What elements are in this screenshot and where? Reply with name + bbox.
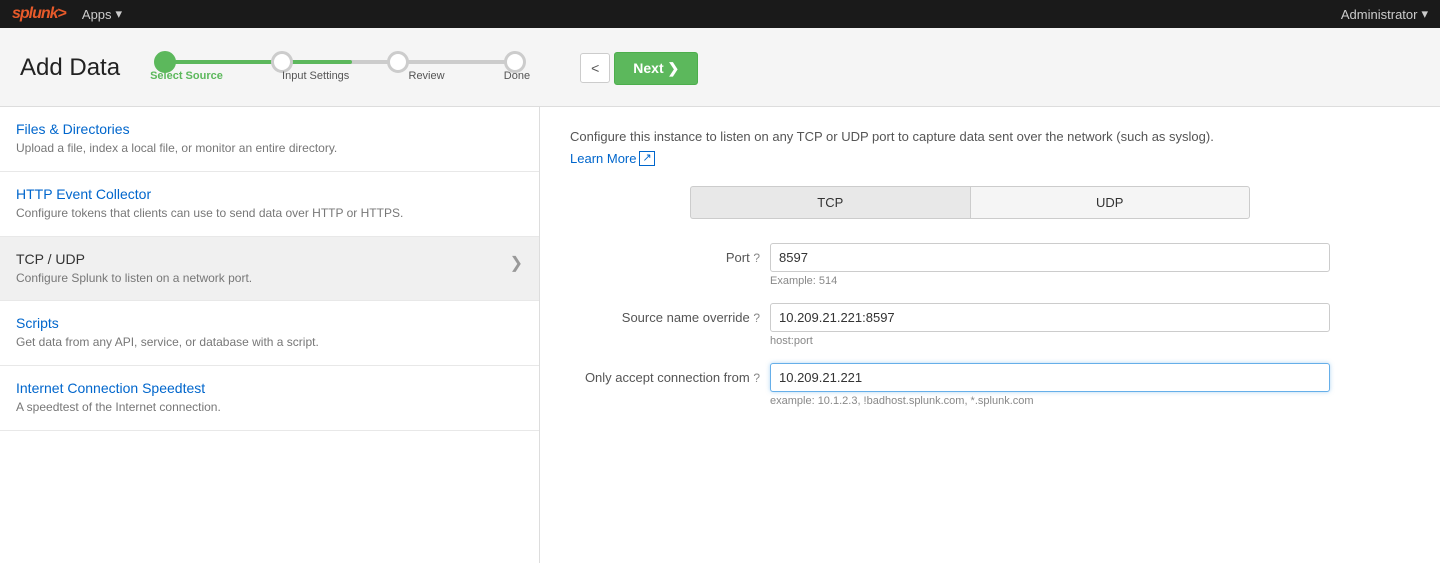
udp-button[interactable]: UDP [970, 186, 1251, 219]
port-hint: Example: 514 [770, 275, 1330, 287]
panel-description: Configure this instance to listen on any… [570, 127, 1270, 147]
sidebar-item-http-desc: Configure tokens that clients can use to… [16, 205, 523, 222]
sidebar-item-scripts-desc: Get data from any API, service, or datab… [16, 334, 523, 351]
connection-from-hint: example: 10.1.2.3, !badhost.splunk.com, … [770, 395, 1330, 407]
wizard-label-1: Select Source [150, 70, 223, 82]
sidebar: Files & Directories Upload a file, index… [0, 107, 540, 563]
next-label: Next ❯ [633, 60, 679, 77]
source-name-label-text: Source name override [622, 310, 750, 325]
source-name-label: Source name override ? [570, 303, 770, 325]
tcp-button[interactable]: TCP [690, 186, 970, 219]
admin-arrow-icon: ▾ [1421, 6, 1428, 22]
sidebar-item-scripts-title: Scripts [16, 315, 523, 331]
connection-from-input[interactable] [770, 363, 1330, 392]
external-link-icon: ↗ [639, 151, 654, 166]
port-label: Port ? [570, 243, 770, 265]
source-name-help-icon[interactable]: ? [753, 311, 760, 325]
page-title: Add Data [20, 54, 120, 82]
connection-from-label-text: Only accept connection from [585, 370, 750, 385]
sidebar-item-speedtest-desc: A speedtest of the Internet connection. [16, 399, 523, 416]
source-name-group: Source name override ? host:port [570, 303, 1410, 347]
back-button[interactable]: < [580, 53, 610, 83]
learn-more-link[interactable]: Learn More ↗ [570, 151, 655, 166]
sidebar-arrow-icon: ❯ [510, 253, 523, 273]
apps-label: Apps [82, 7, 112, 22]
learn-more-text: Learn More [570, 151, 636, 166]
connection-from-help-icon[interactable]: ? [753, 371, 760, 385]
admin-label: Administrator [1341, 7, 1418, 22]
nav-buttons: < Next ❯ [580, 52, 698, 85]
next-button[interactable]: Next ❯ [614, 52, 698, 85]
source-name-hint: host:port [770, 335, 1330, 347]
connection-from-label: Only accept connection from ? [570, 363, 770, 385]
sidebar-item-files[interactable]: Files & Directories Upload a file, index… [0, 107, 539, 172]
sidebar-item-speedtest-title: Internet Connection Speedtest [16, 380, 523, 396]
main-content: Files & Directories Upload a file, index… [0, 107, 1440, 563]
connection-from-group: Only accept connection from ? example: 1… [570, 363, 1410, 407]
port-input[interactable] [770, 243, 1330, 272]
sidebar-item-speedtest[interactable]: Internet Connection Speedtest A speedtes… [0, 366, 539, 431]
source-name-input[interactable] [770, 303, 1330, 332]
wizard-label-4: Done [504, 70, 530, 82]
source-name-field-wrap: host:port [770, 303, 1330, 347]
topnav: splunk> Apps ▾ Administrator ▾ [0, 0, 1440, 28]
page-header: Add Data Select Source Input Settings Re… [0, 28, 1440, 107]
connection-from-field-wrap: example: 10.1.2.3, !badhost.splunk.com, … [770, 363, 1330, 407]
sidebar-item-tcp-desc: Configure Splunk to listen on a network … [16, 270, 523, 287]
port-help-icon[interactable]: ? [753, 251, 760, 265]
sidebar-item-http[interactable]: HTTP Event Collector Configure tokens th… [0, 172, 539, 237]
port-group: Port ? Example: 514 [570, 243, 1410, 287]
wizard-label-2: Input Settings [282, 70, 349, 82]
port-field-wrap: Example: 514 [770, 243, 1330, 287]
apps-menu[interactable]: Apps ▾ [82, 6, 122, 22]
right-panel: Configure this instance to listen on any… [540, 107, 1440, 563]
sidebar-item-scripts[interactable]: Scripts Get data from any API, service, … [0, 301, 539, 366]
admin-menu[interactable]: Administrator ▾ [1341, 6, 1428, 22]
wizard-label-3: Review [409, 70, 445, 82]
apps-arrow-icon: ▾ [116, 6, 123, 22]
sidebar-item-files-title: Files & Directories [16, 121, 523, 137]
port-label-text: Port [726, 250, 750, 265]
sidebar-item-tcp-title: TCP / UDP [16, 251, 523, 267]
wizard-labels: Select Source Input Settings Review Done [150, 70, 530, 82]
splunk-logo: splunk> [12, 5, 66, 23]
sidebar-item-files-desc: Upload a file, index a local file, or mo… [16, 140, 523, 157]
protocol-toggle: TCP UDP [690, 186, 1250, 219]
wizard-steps: Select Source Input Settings Review Done [150, 42, 530, 94]
sidebar-item-http-title: HTTP Event Collector [16, 186, 523, 202]
sidebar-item-tcp[interactable]: ❯ TCP / UDP Configure Splunk to listen o… [0, 237, 539, 302]
